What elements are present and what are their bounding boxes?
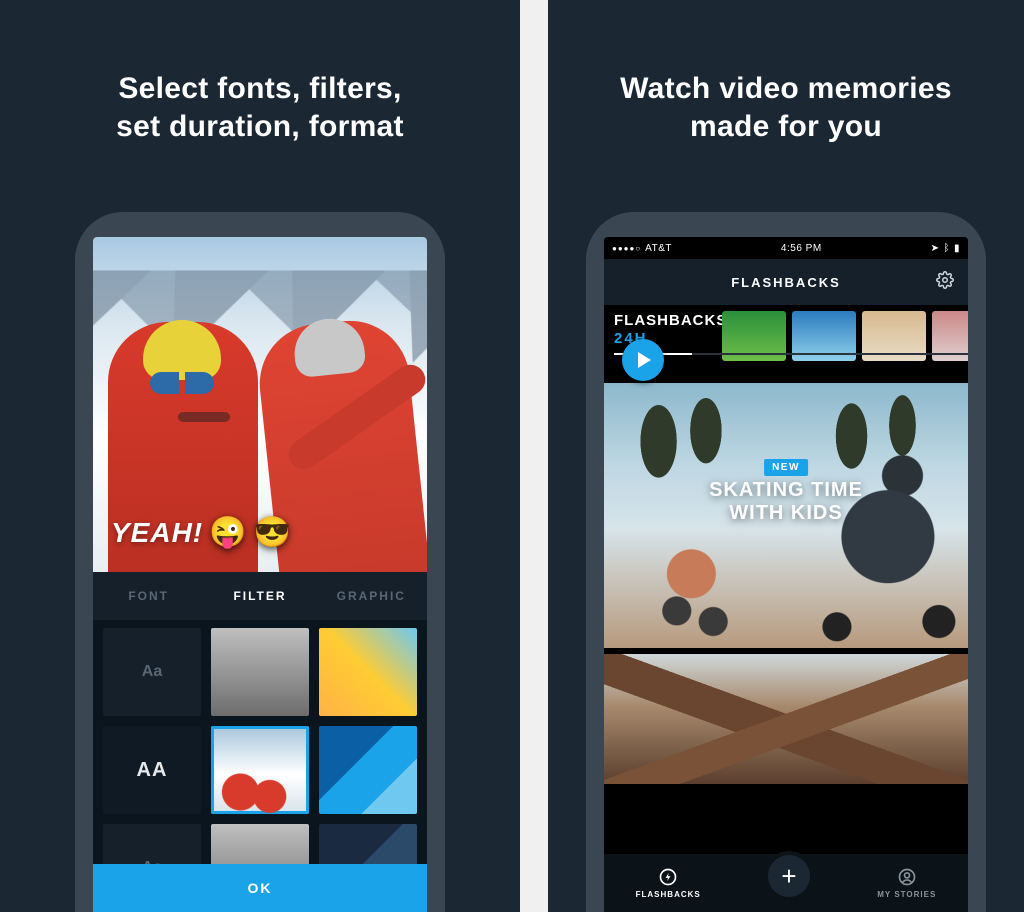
filter-thumb-gradient-1[interactable] (319, 628, 417, 716)
story-title: SKATING TIME WITH KIDS (604, 479, 968, 525)
filter-thumbnail-grid[interactable]: Aa AA Aa (93, 620, 427, 864)
add-story-button[interactable]: + (764, 851, 814, 901)
bottom-tab-bar: FLASHBACKS + MY STORIES (604, 854, 968, 912)
font-thumb-aa-2[interactable]: Aa (103, 824, 201, 864)
carrier-label: AT&T (612, 243, 672, 254)
story-title-line2: WITH KIDS (729, 502, 842, 524)
wink-tongue-emoji-icon: 😜 (209, 515, 247, 550)
location-icon: ➤ (931, 243, 940, 254)
bluetooth-icon: ᛒ (943, 243, 950, 254)
filter-thumb-wave-navy[interactable] (319, 824, 417, 864)
filter-thumb-photo-bw[interactable] (211, 824, 309, 864)
user-circle-icon (897, 867, 917, 887)
plus-icon: + (781, 861, 796, 892)
headline-right-line2: made for you (690, 110, 882, 143)
tab-font[interactable]: FONT (93, 589, 204, 603)
tab-my-stories[interactable]: MY STORIES (877, 867, 936, 899)
headline-left-line2: set duration, format (116, 110, 404, 143)
tab-my-stories-label: MY STORIES (877, 890, 936, 899)
phone-frame-right: AT&T 4:56 PM ➤ ᛒ ▮ FLASHBACKS FL (586, 212, 986, 912)
nav-bar: FLASHBACKS (604, 259, 968, 305)
tab-filter[interactable]: FILTER (204, 589, 315, 603)
headline-left: Select fonts, filters, set duration, for… (0, 70, 520, 145)
story-card-skating[interactable]: NEW SKATING TIME WITH KIDS (604, 383, 968, 648)
app-screenshot-panel-left: Select fonts, filters, set duration, for… (0, 0, 520, 912)
preview-overlay-text[interactable]: YEAH! 😜 😎 (111, 515, 292, 550)
headline-left-line1: Select fonts, filters, (118, 72, 401, 105)
story-card-canyon[interactable] (604, 654, 968, 784)
filter-thumb-photo-dim[interactable] (211, 628, 309, 716)
editor-screen: YEAH! 😜 😎 FONT FILTER GRAPHIC Aa AA Aa (93, 237, 427, 912)
flashbacks-carousel-header: FLASHBACKS 24H (604, 305, 968, 361)
tab-graphic[interactable]: GRAPHIC (316, 589, 427, 603)
new-badge: NEW (764, 459, 808, 476)
headline-right: Watch video memories made for you (548, 70, 1024, 145)
flash-icon (658, 867, 678, 887)
carousel-progress[interactable] (614, 353, 968, 355)
app-screenshot-panel-right: Watch video memories made for you AT&T 4… (548, 0, 1024, 912)
overlay-caption: YEAH! (111, 517, 203, 549)
settings-button[interactable] (936, 271, 954, 294)
status-icons: ➤ ᛒ ▮ (931, 243, 960, 254)
tab-flashbacks-label: FLASHBACKS (636, 890, 701, 899)
nav-title: FLASHBACKS (731, 275, 841, 290)
filter-thumb-selected[interactable] (211, 726, 309, 814)
flashbacks-screen: AT&T 4:56 PM ➤ ᛒ ▮ FLASHBACKS FL (604, 237, 968, 912)
gear-icon (936, 271, 954, 289)
ios-status-bar: AT&T 4:56 PM ➤ ᛒ ▮ (604, 237, 968, 259)
story-title-line1: SKATING TIME (709, 479, 863, 501)
editor-preview-image[interactable]: YEAH! 😜 😎 (93, 237, 427, 572)
font-thumb-aa-bold[interactable]: AA (103, 726, 201, 814)
tab-flashbacks[interactable]: FLASHBACKS (636, 867, 701, 899)
editor-tab-bar: FONT FILTER GRAPHIC (93, 572, 427, 620)
play-button[interactable] (622, 339, 664, 381)
headline-right-line1: Watch video memories (620, 72, 952, 105)
filter-thumb-wave-blue[interactable] (319, 726, 417, 814)
status-time: 4:56 PM (781, 243, 822, 254)
font-thumb-aa-1[interactable]: Aa (103, 628, 201, 716)
battery-icon: ▮ (954, 243, 960, 254)
phone-frame-left: YEAH! 😜 😎 FONT FILTER GRAPHIC Aa AA Aa (75, 212, 445, 912)
sunglasses-emoji-icon: 😎 (253, 515, 291, 550)
ok-button[interactable]: OK (93, 864, 427, 912)
